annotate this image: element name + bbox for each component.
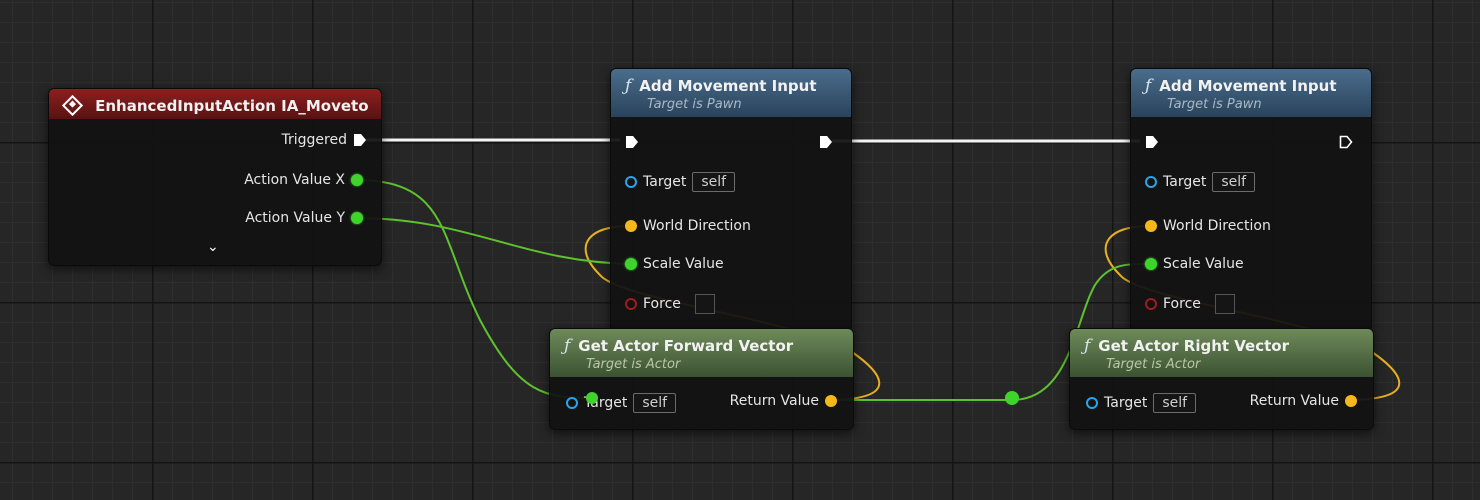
world-direction-label: World Direction: [643, 218, 751, 234]
object-pin-icon[interactable]: [1086, 397, 1098, 409]
world-direction-label: World Direction: [1163, 218, 1271, 234]
scale-value-pin-row-1[interactable]: Scale Value: [625, 256, 730, 272]
float-pin-icon[interactable]: [351, 174, 363, 186]
action-y-pin-row[interactable]: Action Value Y: [239, 210, 363, 226]
diamond-icon: [61, 94, 84, 117]
add-movement-header-2[interactable]: ƒ Add Movement Input Target is Pawn: [1131, 69, 1371, 117]
float-pin-icon[interactable]: [625, 258, 637, 270]
input-action-header[interactable]: EnhancedInputAction IA_Moveto: [49, 89, 381, 119]
triggered-label: Triggered: [281, 132, 347, 148]
add-movement-title-1: Add Movement Input: [639, 76, 817, 95]
right-vector-header[interactable]: ƒ Get Actor Right Vector Target is Actor: [1070, 329, 1373, 377]
return-value-label: Return Value: [729, 393, 819, 409]
target-pin-row-2[interactable]: Target self: [1145, 172, 1256, 192]
force-checkbox[interactable]: [694, 294, 715, 314]
target-self-field[interactable]: self: [1153, 393, 1197, 413]
float-wire-endpoint: [586, 392, 598, 404]
forward-vector-subtitle: Target is Actor: [586, 356, 681, 372]
right-target-pin-row[interactable]: Target self: [1086, 393, 1197, 413]
function-icon: ƒ: [625, 75, 632, 96]
vector-pin-icon[interactable]: [1145, 220, 1157, 232]
action-x-label: Action Value X: [244, 172, 345, 188]
right-return-pin-row[interactable]: Return Value: [1244, 393, 1357, 409]
target-label: Target: [1163, 174, 1207, 190]
object-pin-icon[interactable]: [566, 397, 578, 409]
right-vector-title: Get Actor Right Vector: [1098, 336, 1289, 355]
scale-value-pin-row-2[interactable]: Scale Value: [1145, 256, 1250, 272]
vector-pin-icon[interactable]: [825, 395, 837, 407]
scale-value-label: Scale Value: [643, 256, 724, 272]
chevron-down-icon[interactable]: ⌄: [207, 239, 219, 255]
exec-pin-in-icon[interactable]: [625, 135, 639, 149]
float-pin-icon[interactable]: [1145, 258, 1157, 270]
world-direction-pin-row-2[interactable]: World Direction: [1145, 218, 1277, 234]
force-pin-row-2[interactable]: Force: [1145, 294, 1235, 314]
force-label: Force: [643, 296, 681, 312]
target-pin-row-1[interactable]: Target self: [625, 172, 736, 192]
forward-return-pin-row[interactable]: Return Value: [724, 393, 837, 409]
forward-vector-title: Get Actor Forward Vector: [578, 336, 794, 355]
target-label: Target: [643, 174, 687, 190]
target-self-field[interactable]: self: [692, 172, 736, 192]
add-movement-title-2: Add Movement Input: [1159, 76, 1337, 95]
exec-pin-out-icon[interactable]: [353, 133, 367, 147]
float-pin-icon[interactable]: [351, 212, 363, 224]
return-value-label: Return Value: [1249, 393, 1339, 409]
vector-pin-icon[interactable]: [1345, 395, 1357, 407]
exec-pin-out-icon[interactable]: [1339, 135, 1353, 149]
add-movement-input-node-2[interactable]: ƒ Add Movement Input Target is Pawn Targe…: [1130, 68, 1372, 332]
object-pin-icon[interactable]: [1145, 176, 1157, 188]
reroute-node[interactable]: [1005, 391, 1019, 405]
add-movement-subtitle-1: Target is Pawn: [647, 96, 742, 112]
exec-pin-out-icon[interactable]: [819, 135, 833, 149]
world-direction-pin-row-1[interactable]: World Direction: [625, 218, 757, 234]
exec-pin-in-icon[interactable]: [1145, 135, 1159, 149]
get-actor-forward-vector-node[interactable]: ƒ Get Actor Forward Vector Target is Acto…: [549, 328, 854, 430]
forward-vector-header[interactable]: ƒ Get Actor Forward Vector Target is Acto…: [550, 329, 853, 377]
add-movement-subtitle-2: Target is Pawn: [1167, 96, 1262, 112]
object-pin-icon[interactable]: [625, 176, 637, 188]
force-label: Force: [1163, 296, 1201, 312]
add-movement-header-1[interactable]: ƒ Add Movement Input Target is Pawn: [611, 69, 851, 117]
triggered-pin-row[interactable]: Triggered: [276, 132, 367, 148]
bool-pin-icon[interactable]: [1145, 298, 1157, 310]
add-movement-input-node-1[interactable]: ƒ Add Movement Input Target is Pawn Targe…: [610, 68, 852, 332]
target-self-field[interactable]: self: [633, 393, 677, 413]
vector-pin-icon[interactable]: [625, 220, 637, 232]
scale-value-label: Scale Value: [1163, 256, 1244, 272]
bool-pin-icon[interactable]: [625, 298, 637, 310]
function-icon: ƒ: [1084, 335, 1091, 356]
forward-target-pin-row[interactable]: Target self: [566, 393, 677, 413]
target-label: Target: [1104, 395, 1148, 411]
action-y-label: Action Value Y: [245, 210, 345, 226]
function-icon: ƒ: [1145, 75, 1152, 96]
function-icon: ƒ: [564, 335, 571, 356]
force-checkbox[interactable]: [1214, 294, 1235, 314]
right-vector-subtitle: Target is Actor: [1106, 356, 1201, 372]
force-pin-row-1[interactable]: Force: [625, 294, 715, 314]
target-self-field[interactable]: self: [1212, 172, 1256, 192]
input-action-title: EnhancedInputAction IA_Moveto: [95, 96, 369, 115]
float-wire-y[interactable]: [355, 217, 633, 265]
action-x-pin-row[interactable]: Action Value X: [238, 172, 363, 188]
input-action-node[interactable]: EnhancedInputAction IA_Moveto Triggered …: [48, 88, 382, 266]
get-actor-right-vector-node[interactable]: ƒ Get Actor Right Vector Target is Actor …: [1069, 328, 1374, 430]
